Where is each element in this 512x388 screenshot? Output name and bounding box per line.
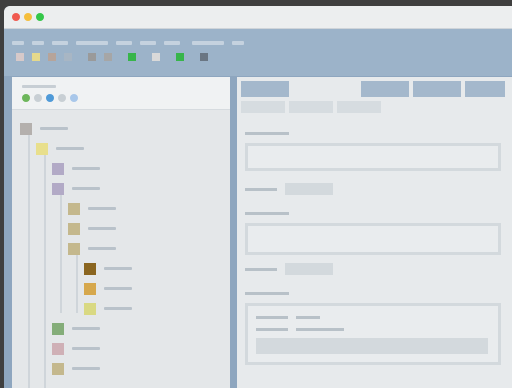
tree-line [60, 195, 62, 313]
field-label [245, 212, 289, 215]
group-label [256, 316, 288, 319]
status-dot-green[interactable] [22, 94, 30, 102]
menu-item[interactable] [140, 41, 156, 45]
menu-item[interactable] [32, 41, 44, 45]
tool-icon-6[interactable] [104, 53, 112, 61]
tab[interactable] [361, 81, 409, 97]
tree-node-1[interactable] [36, 143, 48, 155]
tree-label [56, 147, 84, 150]
subtab[interactable] [289, 101, 333, 113]
group-label [296, 316, 320, 319]
status-dot-blue[interactable] [46, 94, 54, 102]
field-label [245, 268, 277, 271]
tool-icon-5[interactable] [88, 53, 96, 61]
tree-label [88, 227, 116, 230]
tree-label [72, 347, 100, 350]
tree-line [28, 135, 30, 388]
tree-node-2[interactable] [52, 163, 64, 175]
panel-title [22, 85, 56, 88]
small-input-2[interactable] [285, 263, 333, 275]
tree-label [72, 167, 100, 170]
app-window [4, 6, 512, 388]
toolbar [4, 29, 512, 76]
tree-label [104, 267, 132, 270]
status-dot-gray[interactable] [34, 94, 42, 102]
minimize-button[interactable] [24, 13, 32, 21]
small-input-1[interactable] [285, 183, 333, 195]
status-dot-lightblue[interactable] [70, 94, 78, 102]
group-box [245, 303, 501, 365]
group-label [256, 328, 288, 331]
title-bar [4, 6, 512, 29]
tool-icon-1[interactable] [16, 53, 24, 61]
tree-label [72, 327, 100, 330]
tool-icon-4[interactable] [64, 53, 72, 61]
tree-line [44, 155, 46, 388]
tree-node-7[interactable] [84, 263, 96, 275]
left-panel-header [12, 77, 230, 110]
tree-node-6[interactable] [68, 243, 80, 255]
tree-node-3[interactable] [52, 183, 64, 195]
menu-item[interactable] [116, 41, 132, 45]
tree-label [72, 187, 100, 190]
group-label [296, 328, 344, 331]
tree-node-root[interactable] [20, 123, 32, 135]
tree-node-5[interactable] [68, 223, 80, 235]
text-area-2[interactable] [245, 223, 501, 255]
menu-item[interactable] [12, 41, 24, 45]
menu-item[interactable] [76, 41, 108, 45]
menu-item[interactable] [192, 41, 224, 45]
tool-icon-3[interactable] [48, 53, 56, 61]
tab[interactable] [465, 81, 505, 97]
field-label [245, 132, 289, 135]
tab[interactable] [413, 81, 461, 97]
text-area-1[interactable] [245, 143, 501, 171]
tree-node-10[interactable] [52, 323, 64, 335]
tree-label [72, 367, 100, 370]
status-dot-gray-2[interactable] [58, 94, 66, 102]
tree-node-9[interactable] [84, 303, 96, 315]
tree-label [88, 247, 116, 250]
tree-label [104, 307, 132, 310]
close-button[interactable] [12, 13, 20, 21]
tree-node-12[interactable] [52, 363, 64, 375]
tool-icon-2[interactable] [32, 53, 40, 61]
tool-icon-7[interactable] [128, 53, 136, 61]
tool-icon-8[interactable] [152, 53, 160, 61]
tree-node-8[interactable] [84, 283, 96, 295]
menu-item[interactable] [52, 41, 68, 45]
maximize-button[interactable] [36, 13, 44, 21]
tree-label [40, 127, 68, 130]
subtab[interactable] [241, 101, 285, 113]
tree-node-4[interactable] [68, 203, 80, 215]
tree-label [104, 287, 132, 290]
field-label [245, 188, 277, 191]
right-panel [237, 77, 512, 388]
tool-icon-9[interactable] [176, 53, 184, 61]
group-input[interactable] [256, 338, 488, 354]
left-panel [12, 77, 230, 388]
subtab[interactable] [337, 101, 381, 113]
menu-item[interactable] [164, 41, 180, 45]
tree-node-11[interactable] [52, 343, 64, 355]
tree-label [88, 207, 116, 210]
tab[interactable] [241, 81, 289, 97]
tree-line [76, 255, 78, 313]
menu-item[interactable] [232, 41, 244, 45]
tool-icon-10[interactable] [200, 53, 208, 61]
field-label [245, 292, 289, 295]
